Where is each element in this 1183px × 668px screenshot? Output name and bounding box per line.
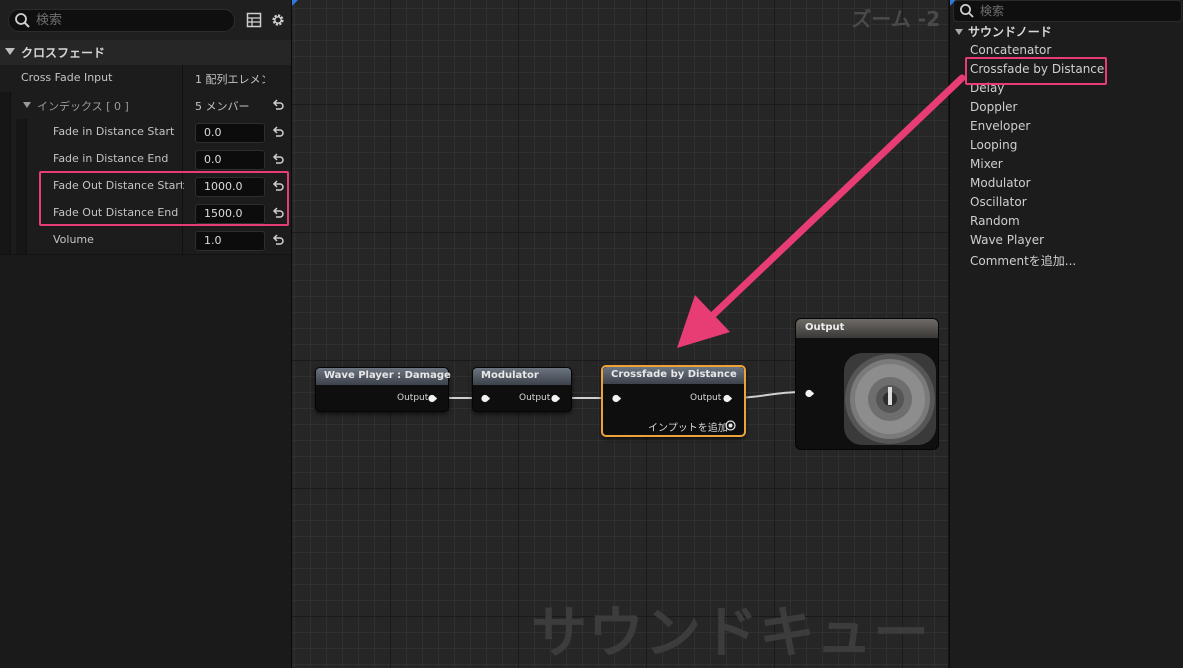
add-input-label[interactable]: インプットを追加 bbox=[648, 419, 728, 434]
details-search-input[interactable]: 検索 bbox=[8, 9, 235, 32]
collapse-arrow-icon[interactable] bbox=[5, 48, 15, 55]
search-icon bbox=[960, 4, 974, 18]
expand-arrow-icon[interactable] bbox=[23, 102, 31, 108]
property-value: 1 配列エレメン bbox=[195, 73, 265, 86]
palette-panel: 検索 サウンドノード Concatenator Crossfade by Dis… bbox=[949, 0, 1183, 668]
details-search-placeholder: 検索 bbox=[36, 13, 63, 28]
palette-item-modulator[interactable]: Modulator bbox=[970, 176, 1031, 190]
property-row-cross-fade-input: Cross Fade Input 1 配列エレメン bbox=[0, 65, 291, 93]
details-panel: 検索 クロスフェード Cross Fade Input 1 配列エレメン インデ… bbox=[0, 0, 292, 668]
output-pin-icon[interactable] bbox=[723, 394, 732, 403]
property-name: Cross Fade Input bbox=[21, 71, 113, 84]
palette-item-random[interactable]: Random bbox=[970, 214, 1020, 228]
property-name: Volume bbox=[53, 233, 94, 246]
section-title: クロスフェード bbox=[21, 46, 106, 60]
palette-item-concatenator[interactable]: Concatenator bbox=[970, 43, 1051, 57]
property-name: Fade in Distance End bbox=[53, 152, 169, 165]
property-row-index: インデックス [ 0 ] 5 メンバー bbox=[0, 92, 291, 120]
crossfade-by-distance-node[interactable]: Crossfade by Distance Output インプットを追加 bbox=[601, 365, 746, 437]
output-pin-label: Output bbox=[397, 393, 429, 403]
palette-item-enveloper[interactable]: Enveloper bbox=[970, 119, 1030, 133]
output-pin-label: Output bbox=[690, 393, 722, 403]
property-value: 5 メンバー bbox=[195, 100, 250, 113]
input-value: 1.0 bbox=[204, 234, 222, 247]
crossfade-palette-highlight-box bbox=[965, 57, 1107, 85]
input-pin-icon[interactable] bbox=[481, 394, 490, 403]
palette-item-oscillator[interactable]: Oscillator bbox=[970, 195, 1027, 209]
palette-item-wave-player[interactable]: Wave Player bbox=[970, 233, 1044, 247]
palette-item-doppler[interactable]: Doppler bbox=[970, 100, 1017, 114]
fade-out-highlight-box bbox=[39, 171, 289, 226]
input-pin-icon[interactable] bbox=[805, 389, 814, 398]
collapse-arrow-icon[interactable] bbox=[955, 29, 963, 35]
palette-search-input[interactable]: 検索 bbox=[953, 0, 1182, 22]
add-input-icon[interactable] bbox=[725, 420, 736, 431]
details-search-row: 検索 bbox=[0, 0, 291, 40]
node-title: Output bbox=[805, 322, 845, 333]
fade-in-distance-end-input[interactable]: 0.0 bbox=[195, 150, 265, 170]
property-row-fade-in-distance-end: Fade in Distance End 0.0 bbox=[0, 146, 291, 174]
node-title: Crossfade by Distance bbox=[611, 369, 737, 380]
volume-input[interactable]: 1.0 bbox=[195, 231, 265, 251]
input-value: 0.0 bbox=[204, 153, 222, 166]
table-view-icon[interactable] bbox=[246, 12, 262, 28]
property-row-volume: Volume 1.0 bbox=[0, 227, 291, 255]
property-name: Fade in Distance Start bbox=[53, 125, 175, 138]
input-value: 0.0 bbox=[204, 126, 222, 139]
palette-search-placeholder: 検索 bbox=[980, 4, 1005, 18]
sound-cue-graph[interactable]: ズーム -2 サウンドキュー Wave Player : Damage Outp… bbox=[292, 0, 948, 668]
gear-icon[interactable] bbox=[270, 12, 286, 28]
reset-icon[interactable] bbox=[271, 152, 285, 166]
category-label: サウンドノード bbox=[968, 25, 1052, 39]
fade-in-distance-start-input[interactable]: 0.0 bbox=[195, 123, 265, 143]
reset-icon[interactable] bbox=[271, 98, 285, 112]
reset-icon[interactable] bbox=[271, 125, 285, 139]
node-title: Modulator bbox=[481, 370, 539, 381]
output-pin-icon[interactable] bbox=[551, 394, 560, 403]
input-pin-icon[interactable] bbox=[612, 394, 621, 403]
output-node[interactable]: Output bbox=[795, 318, 939, 450]
palette-item-looping[interactable]: Looping bbox=[970, 138, 1017, 152]
modulator-node[interactable]: Modulator Output bbox=[472, 367, 572, 412]
output-pin-icon[interactable] bbox=[428, 394, 437, 403]
palette-item-mixer[interactable]: Mixer bbox=[970, 157, 1003, 171]
reset-icon[interactable] bbox=[271, 233, 285, 247]
search-icon bbox=[15, 13, 30, 28]
output-pin-label: Output bbox=[519, 393, 551, 403]
node-title: Wave Player : Damage bbox=[324, 370, 451, 381]
property-row-fade-in-distance-start: Fade in Distance Start 0.0 bbox=[0, 119, 291, 147]
palette-item-add-comment[interactable]: Commentを追加... bbox=[970, 252, 1076, 269]
speaker-icon bbox=[844, 353, 936, 445]
wave-player-node[interactable]: Wave Player : Damage Output bbox=[315, 367, 451, 412]
property-name: インデックス [ 0 ] bbox=[37, 100, 129, 113]
section-header-crossfade[interactable]: クロスフェード bbox=[0, 40, 291, 66]
